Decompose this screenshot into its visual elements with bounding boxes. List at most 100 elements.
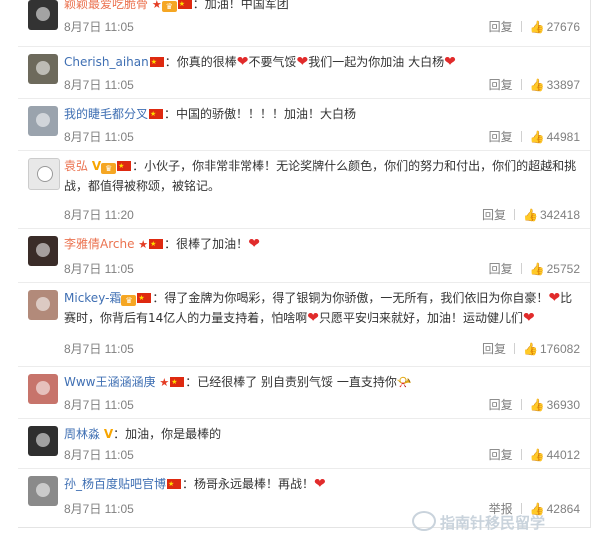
- thumbs-up-icon[interactable]: 👍: [530, 398, 545, 412]
- username[interactable]: 颖颖最爱吃脆骨: [64, 0, 148, 11]
- username[interactable]: 周林淼: [64, 427, 100, 441]
- comment-item: 袁弘 V ♛ ★ ：小伙子，你非常非常棒！无论奖牌什么颜色，你们的努力和付出，你们的超…: [18, 150, 590, 229]
- reply-button[interactable]: 回复: [489, 20, 513, 34]
- comment-item: 周林淼 V：加油，你是最棒的 8月7日 11:05 回复 👍 44012: [18, 418, 590, 469]
- comment-body: 袁弘 V ♛ ★ ：小伙子，你非常非常棒！无论奖牌什么颜色，你们的努力和付出，你们的超…: [64, 156, 580, 196]
- like-count[interactable]: 27676: [547, 20, 580, 34]
- username[interactable]: Www王涵涵涵庚: [64, 375, 156, 389]
- username[interactable]: Mickey-霜: [64, 291, 121, 305]
- comment-actions: 回复 👍 36930: [489, 396, 580, 413]
- username[interactable]: 袁弘: [64, 159, 88, 173]
- china-flag-icon: ★: [149, 57, 164, 67]
- heart-emoji-icon: ❤: [444, 54, 456, 70]
- comment-actions: 回复 👍 27676: [489, 18, 580, 35]
- comment-item: 李雅倩Arche ★ ★ ：很棒了加油！❤ 8月7日 11:05 回复 👍 25752: [18, 228, 590, 283]
- comment-date: 8月7日 11:05: [64, 342, 134, 356]
- comment-item: 颖颖最爱吃脆骨 ★ ♛ ★ ：加油！中国军团 8月7日 11:05 回复 👍 27676: [18, 0, 590, 47]
- cat-sketch-avatar[interactable]: [28, 158, 60, 190]
- thumbs-up-icon[interactable]: 👍: [523, 342, 538, 356]
- china-flag-icon: ★: [149, 109, 164, 119]
- china-flag-icon: ★: [137, 293, 152, 303]
- comment-body: Cherish_aihan ★ ：你真的很棒❤不要气馁❤我们一起为你加油 大白杨❤: [64, 52, 580, 72]
- comment-actions: 回复 👍 342418: [482, 206, 580, 223]
- crown-icon: ♛: [121, 295, 137, 306]
- china-flag-icon: ★: [170, 377, 185, 387]
- user-avatar[interactable]: [28, 106, 58, 136]
- user-avatar[interactable]: [28, 54, 58, 84]
- comment-text: ：杨哥永远最棒！再战！: [182, 477, 315, 491]
- comment-body: 颖颖最爱吃脆骨 ★ ♛ ★ ：加油！中国军团: [64, 0, 580, 15]
- heart-emoji-icon: ❤: [548, 290, 561, 306]
- comment-text: ：中国的骄傲！！！！加油！大白杨: [164, 107, 357, 121]
- heart-emoji-icon: ❤: [307, 310, 320, 326]
- user-avatar[interactable]: [28, 374, 58, 404]
- china-flag-icon: ★: [177, 0, 192, 9]
- china-flag-icon: ★: [149, 239, 164, 249]
- comment-date: 8月7日 11:05: [64, 78, 134, 92]
- comment-list: 颖颖最爱吃脆骨 ★ ♛ ★ ：加油！中国军团 8月7日 11:05 回复 👍 27676 …: [18, 0, 591, 528]
- comment-actions: 回复 👍 33897: [489, 76, 580, 93]
- wechat-icon: [412, 511, 436, 531]
- like-count[interactable]: 42864: [547, 502, 580, 516]
- heart-emoji-icon: ❤: [248, 236, 260, 252]
- user-avatar[interactable]: [28, 236, 58, 266]
- like-count[interactable]: 36930: [547, 398, 580, 412]
- watermark-text: 指南针移民留学: [440, 514, 546, 532]
- comment-text: 不要气馁: [248, 55, 297, 69]
- user-avatar[interactable]: [28, 290, 58, 320]
- username[interactable]: 我的睫毛都分叉: [64, 107, 148, 121]
- comment-actions: 回复 👍 25752: [489, 260, 580, 277]
- star-icon: ★: [151, 0, 162, 11]
- reply-button[interactable]: 回复: [489, 262, 513, 276]
- user-avatar[interactable]: [28, 476, 58, 506]
- heart-emoji-icon: ❤: [296, 54, 309, 70]
- like-count[interactable]: 33897: [547, 78, 580, 92]
- thumbs-up-icon[interactable]: 👍: [530, 448, 545, 462]
- star-icon: ★: [138, 238, 149, 251]
- comment-actions: 回复 👍 44981: [489, 128, 580, 145]
- comment-text: ：加油，你是最棒的: [113, 427, 222, 441]
- like-count[interactable]: 342418: [540, 208, 580, 222]
- thumbs-up-icon[interactable]: 👍: [530, 262, 545, 276]
- username[interactable]: Cherish_aihan: [64, 55, 149, 69]
- like-count[interactable]: 44981: [547, 130, 580, 144]
- comment-text: ：小伙子，你非常非常棒！无论奖牌什么颜色，你们的努力和付出，你们的超越和挑战，都…: [64, 159, 577, 193]
- reply-button[interactable]: 回复: [489, 448, 513, 462]
- comment-item: 我的睫毛都分叉 ★ ：中国的骄傲！！！！加油！大白杨 8月7日 11:05 回复 👍 4…: [18, 98, 590, 151]
- comment-text: ：你真的很棒: [164, 55, 237, 69]
- reply-button[interactable]: 回复: [482, 208, 506, 222]
- like-count[interactable]: 25752: [547, 262, 580, 276]
- comment-text: ：得了金牌为你喝彩，得了银铜为你骄傲，一无所有，我们依旧为你自豪！: [152, 291, 549, 305]
- username[interactable]: 李雅倩Arche: [64, 237, 134, 251]
- username[interactable]: 孙_杨百度贴吧官博: [64, 477, 166, 491]
- like-count[interactable]: 176082: [540, 342, 580, 356]
- heart-emoji-icon: ❤: [523, 310, 535, 326]
- comment-item: Mickey-霜 ♛ ★ ：得了金牌为你喝彩，得了银铜为你骄傲，一无所有，我们依旧为你…: [18, 282, 590, 367]
- comment-date: 8月7日 11:05: [64, 262, 134, 276]
- reply-button[interactable]: 回复: [489, 78, 513, 92]
- comment-body: Mickey-霜 ♛ ★ ：得了金牌为你喝彩，得了银铜为你骄傲，一无所有，我们依旧为你…: [64, 288, 580, 328]
- reply-button[interactable]: 回复: [489, 130, 513, 144]
- star-icon: ★: [159, 376, 170, 389]
- comment-body: 周林淼 V：加油，你是最棒的: [64, 424, 580, 444]
- comment-text: ：很棒了加油！: [164, 237, 249, 251]
- comment-date: 8月7日 11:05: [64, 502, 134, 516]
- china-flag-icon: ★: [167, 479, 182, 489]
- panda-avatar[interactable]: [28, 0, 58, 30]
- crown-icon: ♛: [101, 163, 117, 174]
- comment-body: 我的睫毛都分叉 ★ ：中国的骄傲！！！！加油！大白杨: [64, 104, 580, 124]
- user-avatar[interactable]: [28, 426, 58, 456]
- reply-button[interactable]: 回复: [482, 342, 506, 356]
- thumbs-up-icon[interactable]: 👍: [523, 208, 538, 222]
- comment-date: 8月7日 11:05: [64, 20, 134, 34]
- thumbs-up-icon[interactable]: 👍: [530, 78, 545, 92]
- comment-body: 李雅倩Arche ★ ★ ：很棒了加油！❤: [64, 234, 580, 255]
- watermark: 指南针移民留学: [412, 511, 545, 537]
- like-count[interactable]: 44012: [547, 448, 580, 462]
- reply-button[interactable]: 回复: [489, 398, 513, 412]
- thumbs-up-icon[interactable]: 👍: [530, 20, 545, 34]
- comment-text: 只愿平安归来就好，加油！运动健儿们: [319, 311, 524, 325]
- heart-emoji-icon: ❤: [236, 54, 249, 70]
- comment-actions: 回复 👍 44012: [489, 446, 580, 463]
- thumbs-up-icon[interactable]: 👍: [530, 130, 545, 144]
